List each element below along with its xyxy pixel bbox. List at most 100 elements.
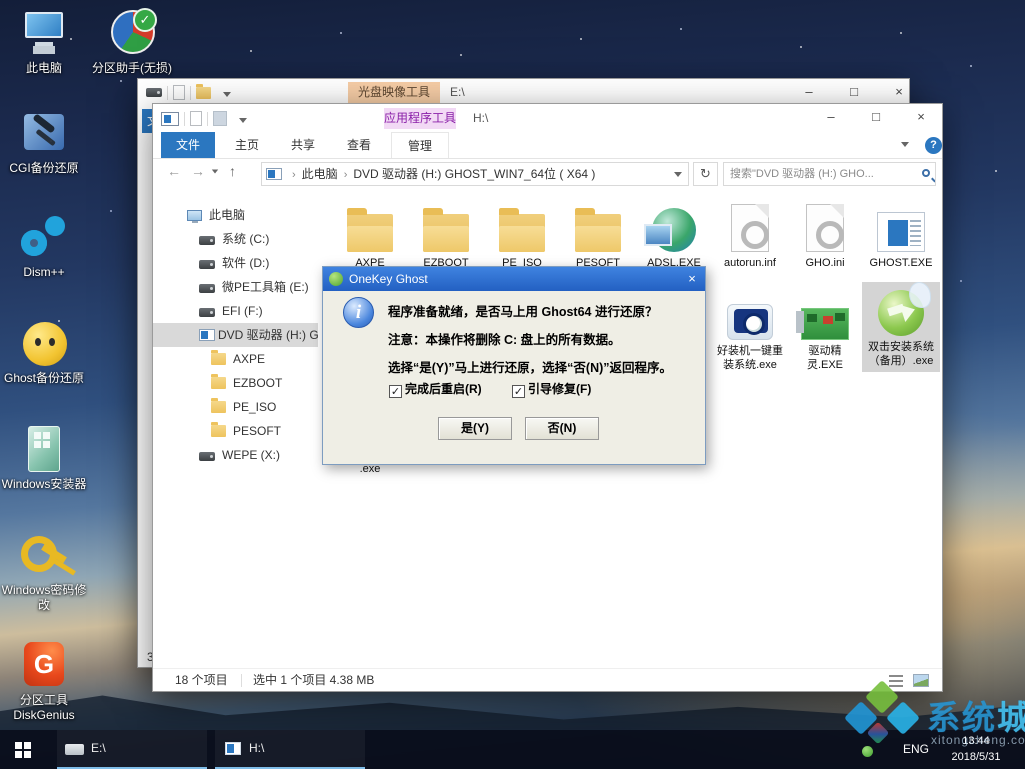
reboot-after-finish-checkbox[interactable]: ✓完成后重启(R) [389,380,482,398]
start-button[interactable] [0,730,48,769]
back-icon[interactable]: ← [167,163,181,179]
search-icon[interactable] [922,169,930,177]
divider [184,112,185,126]
desktop-icon-diskgenius[interactable]: G 分区工具 DiskGenius [0,640,88,723]
nav-item-folder-ezboot[interactable]: EZBOOT [153,371,318,395]
ghost-app-icon [329,272,343,286]
help-icon[interactable]: ? [925,137,942,154]
window-title: E:\ [450,85,465,99]
folder-icon [562,198,634,256]
desktop-icon-label: 分区工具 DiskGenius [0,693,88,723]
close-button[interactable]: × [883,79,915,105]
boot-repair-checkbox[interactable]: ✓引导修复(F) [512,380,591,398]
file-item-pesoft[interactable]: PESOFT [562,198,634,270]
nav-item-drive-c[interactable]: 系统 (C:) [153,227,318,251]
nav-item-folder-pesoft[interactable]: PESOFT [153,419,318,443]
chevron-down-icon[interactable] [239,118,247,123]
refresh-icon[interactable]: ↻ [693,162,718,186]
ribbon-collapse-chevron-icon[interactable] [901,142,909,147]
divider [167,86,168,100]
status-bar: 18 个项目 选中 1 个项目 4.38 MB [153,668,942,692]
desktop-icon-ghost-backup[interactable]: Ghost备份还原 [0,318,88,386]
checkbox-checked-icon[interactable]: ✓ [389,385,402,398]
dialog-title-bar[interactable]: OneKey Ghost [323,267,705,291]
file-item-drive-genius-exe[interactable]: 驱动精灵.EXE [789,286,861,373]
hammer-icon [19,108,69,158]
up-icon[interactable]: ↑ [229,163,236,179]
maximize-button[interactable]: □ [838,79,870,105]
forward-icon[interactable]: → [191,163,205,179]
desktop-icon-cgi-backup[interactable]: CGI备份还原 [0,108,88,176]
disc-image-tools-tab[interactable]: 光盘映像工具 [348,82,440,103]
address-bar[interactable]: ›此电脑›DVD 驱动器 (H:) GHOST_WIN7_64位 ( X64 ) [261,162,689,186]
folder-icon [486,198,558,256]
file-item-ghost-exe[interactable]: GHOST.EXE [865,198,937,270]
gears-icon [19,212,69,262]
tab-share[interactable]: 共享 [279,132,327,158]
minimize-button[interactable]: – [793,79,825,105]
file-item-pe-iso[interactable]: PE_ISO [486,198,558,270]
file-item-adsl-exe[interactable]: ADSL.EXE [638,198,710,270]
desktop-icon-windows-installer[interactable]: Windows安装器 [0,424,88,492]
dialog-message-line3: 选择“是(Y)”马上进行还原，选择“否(N)”返回程序。 [388,357,672,376]
tab-manage[interactable]: 管理 [391,132,449,158]
nav-item-drive-f[interactable]: EFI (F:) [153,299,318,323]
divider [241,674,242,687]
chevron-down-icon[interactable] [223,92,231,97]
info-icon: i [343,297,374,328]
application-tools-tab[interactable]: 应用程序工具 [384,108,456,129]
nav-item-dvd-drive-h[interactable]: DVD 驱动器 (H:) G [153,323,318,347]
dialog-title: OneKey Ghost [349,272,428,286]
close-icon[interactable]: × [683,270,701,288]
maximize-button[interactable]: □ [860,104,892,130]
globe-icon [638,198,710,256]
nav-item-folder-axpe[interactable]: AXPE [153,347,318,371]
desktop-icon-label: 此电脑 [0,61,88,76]
file-item-axpe[interactable]: AXPE [334,198,406,270]
window-title: H:\ [473,111,488,125]
navigation-pane: 此电脑 系统 (C:) 软件 (D:) 微PE工具箱 (E:) EFI (F:)… [153,190,318,668]
file-icon [190,111,202,126]
file-item-install-system-exe-selected[interactable]: 双击安装系统（备用）.exe [862,282,940,372]
tab-file[interactable]: 文件 [161,132,215,158]
nav-item-drive-x[interactable]: WEPE (X:) [153,443,318,467]
desktop-icon-dism[interactable]: Dism++ [0,212,88,280]
desktop-icon-label: Windows安装器 [0,477,88,492]
search-input[interactable]: 搜索"DVD 驱动器 (H:) GHO... [723,162,936,186]
taskbar-item-h-drive[interactable]: H:\ [215,730,365,769]
checkbox-checked-icon[interactable]: ✓ [512,385,525,398]
minimize-button[interactable]: – [815,104,847,130]
no-button[interactable]: 否(N) [525,417,599,440]
quick-access-toolbar [161,110,247,128]
file-item-haozhuangji-exe[interactable]: 好装机一键重装系统.exe [714,286,786,373]
file-item-ezboot[interactable]: EZBOOT [410,198,482,270]
nav-item-folder-pe-iso[interactable]: PE_ISO [153,395,318,419]
folder-icon [410,198,482,256]
taskbar-item-label: E:\ [91,741,106,755]
desktop-icon-partition-assistant[interactable]: 分区助手(无损) [88,8,176,76]
taskbar-item-e-drive[interactable]: E:\ [57,730,207,769]
windows-logo-icon [15,742,22,749]
explorer-icon [161,112,179,126]
key-icon [19,530,69,580]
yes-button[interactable]: 是(Y) [438,417,512,440]
file-item-gho-ini[interactable]: GHO.ini [789,198,861,270]
desktop-icon-this-pc[interactable]: 此电脑 [0,8,88,76]
nav-item-drive-d[interactable]: 软件 (D:) [153,251,318,275]
tab-home[interactable]: 主页 [223,132,271,158]
close-button[interactable]: × [905,104,937,130]
address-dropdown-chevron-icon[interactable] [674,172,682,177]
breadcrumb-root[interactable]: 此电脑 [302,167,338,181]
dialog-message-line2: 注意：本操作将删除 C: 盘上的所有数据。 [388,329,621,348]
pci-card-icon [789,286,861,344]
nav-item-this-pc[interactable]: 此电脑 [153,203,318,227]
breadcrumb-path[interactable]: DVD 驱动器 (H:) GHOST_WIN7_64位 ( X64 ) [353,167,595,181]
watermark: 系统城 xitongcheng.com [843,683,1025,769]
history-chevron-icon[interactable] [212,170,218,174]
address-bar-row: ← → ↑ ›此电脑›DVD 驱动器 (H:) GHOST_WIN7_64位 (… [153,159,942,190]
tab-view[interactable]: 查看 [335,132,383,158]
desktop-icon-password-reset[interactable]: Windows密码修改 [0,530,88,613]
nav-item-drive-e[interactable]: 微PE工具箱 (E:) [153,275,318,299]
file-item-autorun-inf[interactable]: autorun.inf [714,198,786,270]
app-window-icon [865,198,937,256]
